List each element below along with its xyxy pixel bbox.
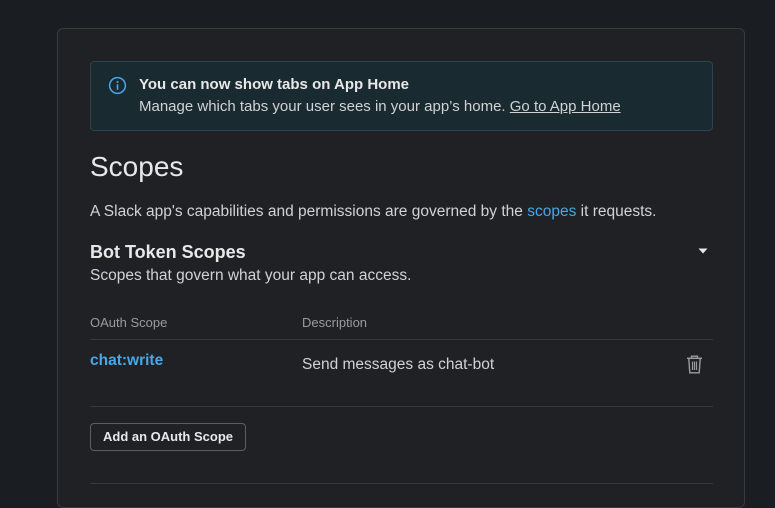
banner-title: You can now show tabs on App Home: [139, 76, 410, 93]
table-header-divider: [90, 339, 713, 340]
go-to-app-home-link[interactable]: Go to App Home: [510, 98, 621, 115]
bot-token-scopes-title: Bot Token Scopes: [90, 242, 246, 262]
banner-message: Manage which tabs your user sees in your…: [139, 98, 506, 115]
page-title: Scopes: [90, 151, 184, 182]
bot-token-scopes-description: Scopes that govern what your app can acc…: [90, 267, 412, 284]
trash-icon[interactable]: [686, 355, 703, 374]
section-divider: [90, 483, 713, 484]
scopes-description-suffix: it requests.: [580, 203, 657, 220]
description-column-header: Description: [302, 315, 368, 330]
table-row-divider: [90, 406, 713, 407]
app-home-tabs-banner: You can now show tabs on App Home Manage…: [90, 61, 713, 131]
add-oauth-scope-button[interactable]: Add an OAuth Scope: [90, 423, 246, 451]
scopes-link[interactable]: scopes: [527, 203, 576, 220]
scopes-card: You can now show tabs on App Home Manage…: [57, 28, 745, 508]
oauth-scope-column-header: OAuth Scope: [90, 315, 168, 330]
scope-name-chat-write[interactable]: chat:write: [90, 352, 163, 370]
caret-down-icon[interactable]: [698, 247, 708, 255]
scopes-description: A Slack app's capabilities and permissio…: [90, 203, 656, 221]
scopes-description-prefix: A Slack app's capabilities and permissio…: [90, 203, 523, 220]
banner-text: Manage which tabs your user sees in your…: [139, 98, 621, 115]
scope-description: Send messages as chat-bot: [302, 356, 495, 373]
info-icon: [108, 76, 127, 95]
